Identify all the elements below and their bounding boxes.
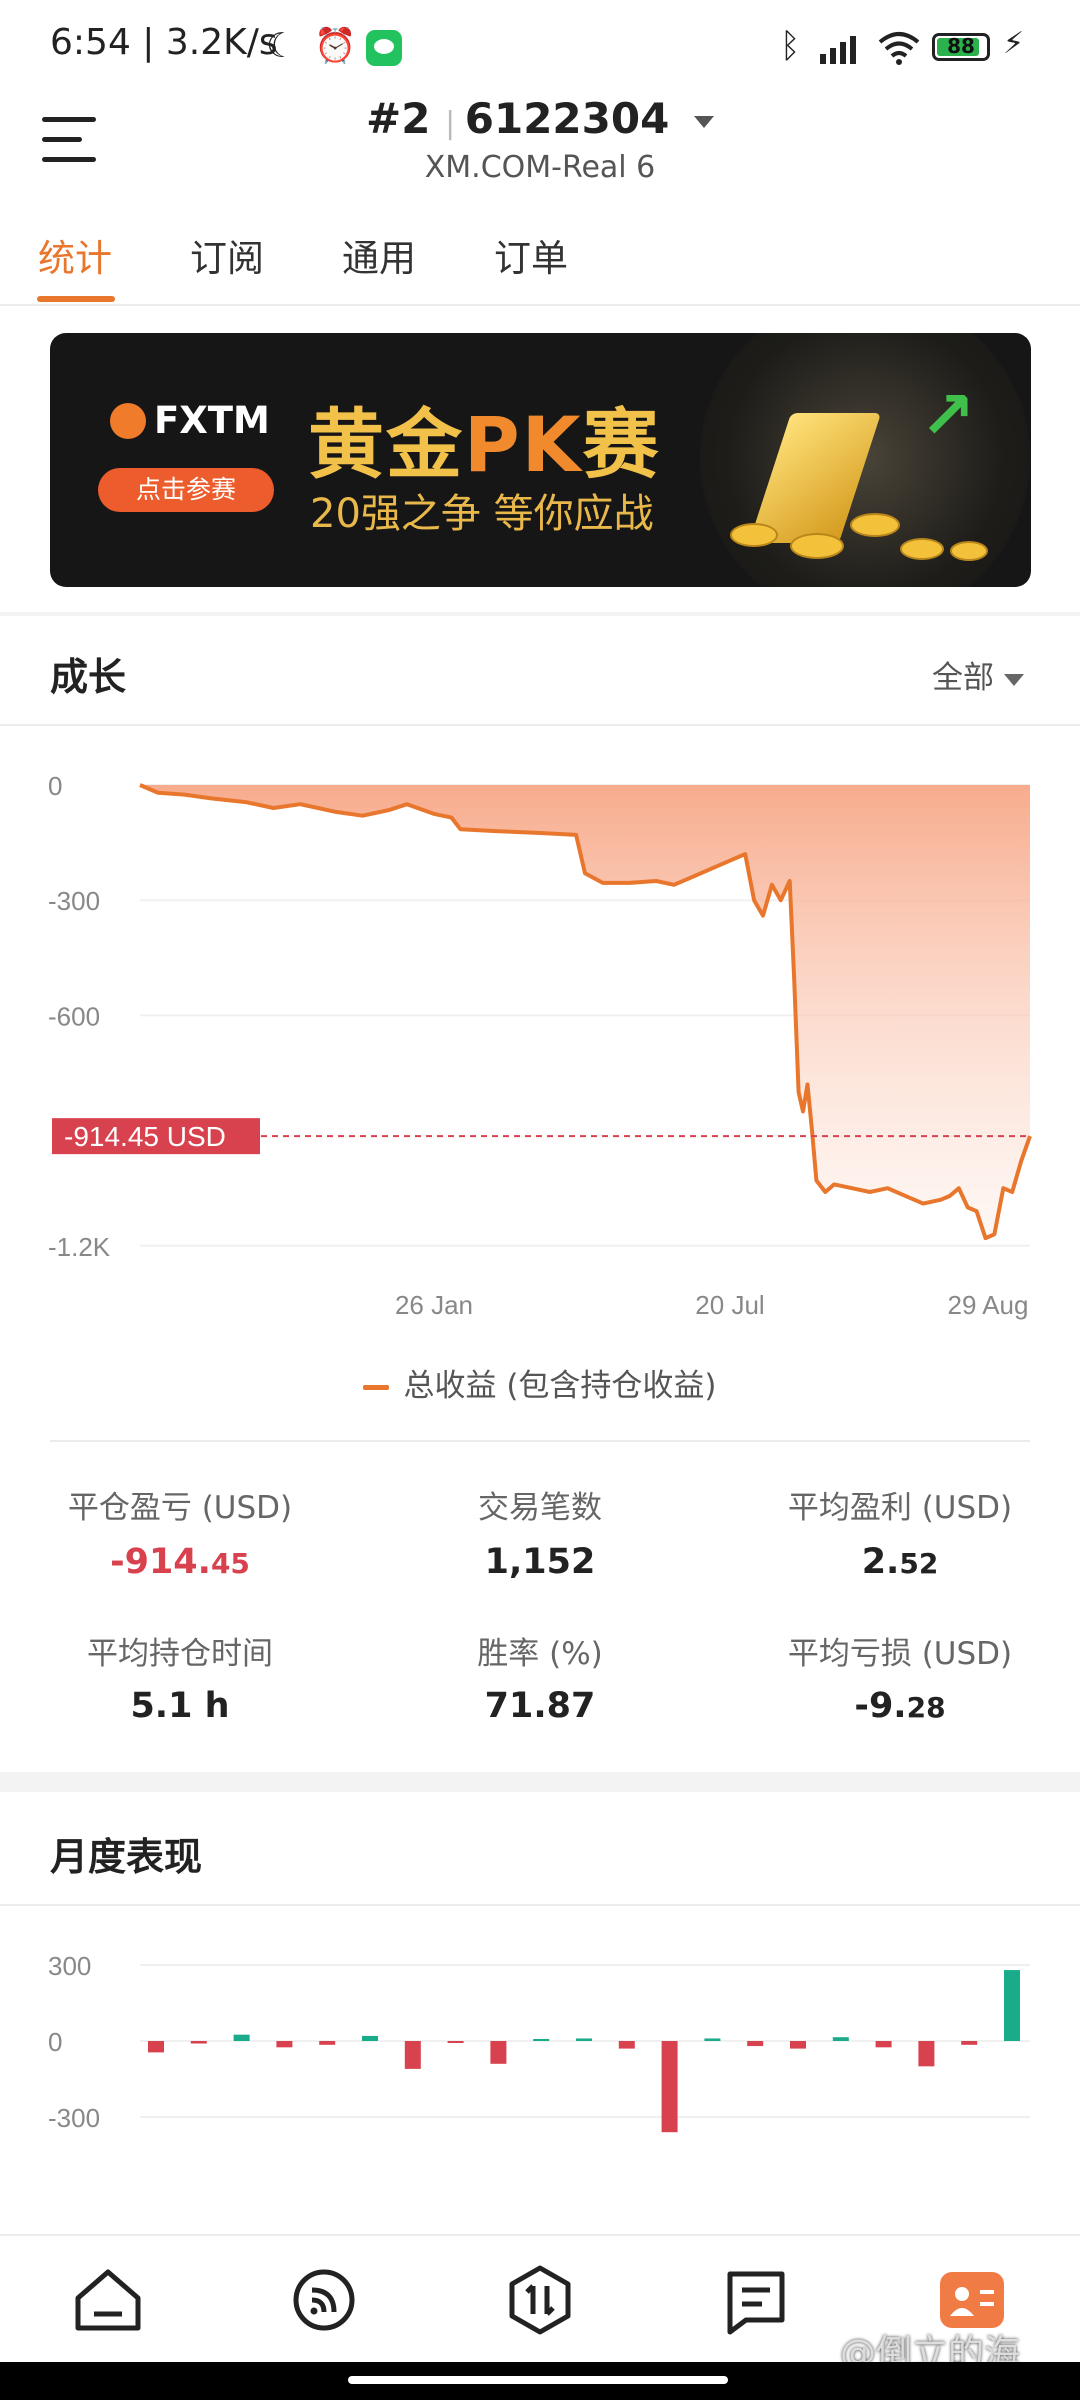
account-selector[interactable]: #2 | 6122304 (0, 94, 1080, 143)
monthly-bar (190, 2041, 207, 2044)
y-tick-label: -1.2K (48, 1232, 111, 1262)
moon-icon: ☾ (266, 26, 297, 66)
account-number: 6122304 (464, 94, 670, 143)
home-indicator[interactable] (348, 2376, 728, 2384)
banner-brand: FXTM (154, 399, 270, 442)
monthly-bar (233, 2034, 250, 2041)
monthly-bar (362, 2035, 378, 2041)
x-tick-label: 29 Aug (948, 1290, 1029, 1320)
growth-title: 成长 (50, 655, 127, 699)
status-time: 6:54 | 3.2K/s (50, 22, 278, 63)
chevron-down-icon (693, 115, 714, 128)
charging-icon: ⚡ (1003, 26, 1025, 61)
tab-indicator (37, 296, 115, 302)
stat-label-trade-count: 交易笔数 (478, 1490, 602, 1526)
legend-label: 总收益 (包含持仓收益) (403, 1368, 717, 1404)
monthly-bar (661, 2041, 678, 2133)
legend-swatch (363, 1385, 390, 1390)
wechat-icon (366, 30, 402, 66)
y-tick-label: 300 (48, 1951, 91, 1981)
monthly-bar (533, 2038, 550, 2041)
stat-label-closed-pnl: 平仓盈亏 (USD) (67, 1490, 293, 1526)
monthly-bar (1004, 1970, 1020, 2041)
stat-value-avg-profit: 2.52 (861, 1542, 939, 1582)
current-value-label: -914.45 USD (52, 1118, 260, 1155)
svg-text:-914.45 USD: -914.45 USD (64, 1121, 226, 1152)
home-icon[interactable] (68, 2260, 148, 2340)
stat-value-avg-hold-time: 5.1 h (130, 1686, 230, 1726)
orders-icon[interactable] (716, 2260, 796, 2340)
monthly-bar (875, 2041, 892, 2048)
chart-legend: 总收益 (包含持仓收益) (0, 1360, 1080, 1405)
section-gap (0, 1772, 1080, 1792)
monthly-chart: 300 0 -300 (48, 1951, 1030, 2133)
stat-value-closed-pnl: -914.45 (110, 1542, 250, 1582)
banner-title: 黄金PK赛 (308, 400, 661, 489)
monthly-bar (490, 2041, 507, 2064)
tab-subscribe[interactable]: 订阅 (190, 228, 264, 282)
stat-label-avg-hold-time: 平均持仓时间 (87, 1636, 273, 1672)
chevron-down-icon (1004, 673, 1024, 686)
x-tick-label: 20 Jul (695, 1290, 764, 1320)
tab-orders[interactable]: 订单 (494, 228, 568, 282)
monthly-bar (576, 2038, 592, 2041)
stat-value-avg-loss: -9.28 (854, 1686, 946, 1726)
monthly-bar (918, 2041, 935, 2067)
stat-label-avg-profit: 平均盈利 (USD) (787, 1490, 1013, 1526)
stat-label-avg-loss: 平均亏损 (USD) (787, 1636, 1013, 1672)
bluetooth-icon: ᛒ (780, 26, 801, 66)
monthly-bar (832, 2037, 849, 2041)
battery-icon: 88 (932, 33, 990, 61)
monthly-bar (618, 2041, 635, 2049)
monthly-bar (404, 2041, 421, 2069)
y-tick-label: 0 (48, 771, 62, 801)
stat-value-win-rate: 71.87 (484, 1686, 596, 1726)
alarm-icon: ⏰ (314, 26, 357, 66)
section-gap (0, 612, 1080, 616)
y-tick-label: -300 (48, 2103, 100, 2133)
fxtm-logo-icon (110, 403, 146, 439)
growth-chart: 0 -300 -600 -1.2K -914.45 USD 26 Jan 20 Jul 2… (48, 771, 1032, 1320)
status-bar: 6:54 | 3.2K/s ☾ ⏰ ᛒ 88 ⚡ (0, 0, 1080, 96)
stat-value-trade-count: 1,152 (484, 1542, 596, 1582)
gesture-bar (0, 2362, 1080, 2400)
monthly-title: 月度表现 (50, 1835, 203, 1879)
tab-stats[interactable]: 统计 (38, 228, 112, 282)
stat-label-win-rate: 胜率 (%) (477, 1636, 603, 1672)
monthly-bar (319, 2041, 336, 2045)
banner-subtitle: 20强之争 等你应战 (310, 491, 654, 537)
y-tick-label: -300 (48, 886, 100, 916)
monthly-bar (704, 2038, 721, 2041)
divider (50, 1440, 1030, 1442)
account-server: XM.COM-Real 6 (424, 150, 656, 185)
banner-cta-button[interactable]: 点击参赛 (98, 468, 274, 512)
divider (0, 1904, 1080, 1906)
divider (0, 724, 1080, 726)
divider (0, 304, 1080, 306)
account-index: #2 (366, 94, 431, 143)
x-tick-label: 26 Jan (395, 1290, 473, 1320)
range-dropdown[interactable]: 全部 (932, 652, 1024, 697)
wifi-icon (878, 32, 920, 65)
y-tick-label: -600 (48, 1001, 100, 1031)
monthly-bar (276, 2041, 293, 2048)
up-arrow-icon: ↗ (920, 377, 976, 454)
signal-icon (820, 36, 856, 64)
y-tick-label: 0 (48, 2027, 62, 2057)
signal-feed-icon[interactable] (284, 2260, 364, 2340)
monthly-bar (961, 2041, 978, 2045)
monthly-bar (747, 2041, 764, 2047)
trade-icon[interactable] (500, 2260, 580, 2340)
growth-area (140, 785, 1030, 1239)
promo-banner[interactable]: FXTM 点击参赛 黄金PK赛 20强之争 等你应战 ↗ (50, 333, 1031, 587)
monthly-bar (447, 2041, 464, 2043)
tab-general[interactable]: 通用 (342, 228, 416, 282)
monthly-bar (790, 2041, 806, 2049)
monthly-bar (148, 2041, 164, 2053)
